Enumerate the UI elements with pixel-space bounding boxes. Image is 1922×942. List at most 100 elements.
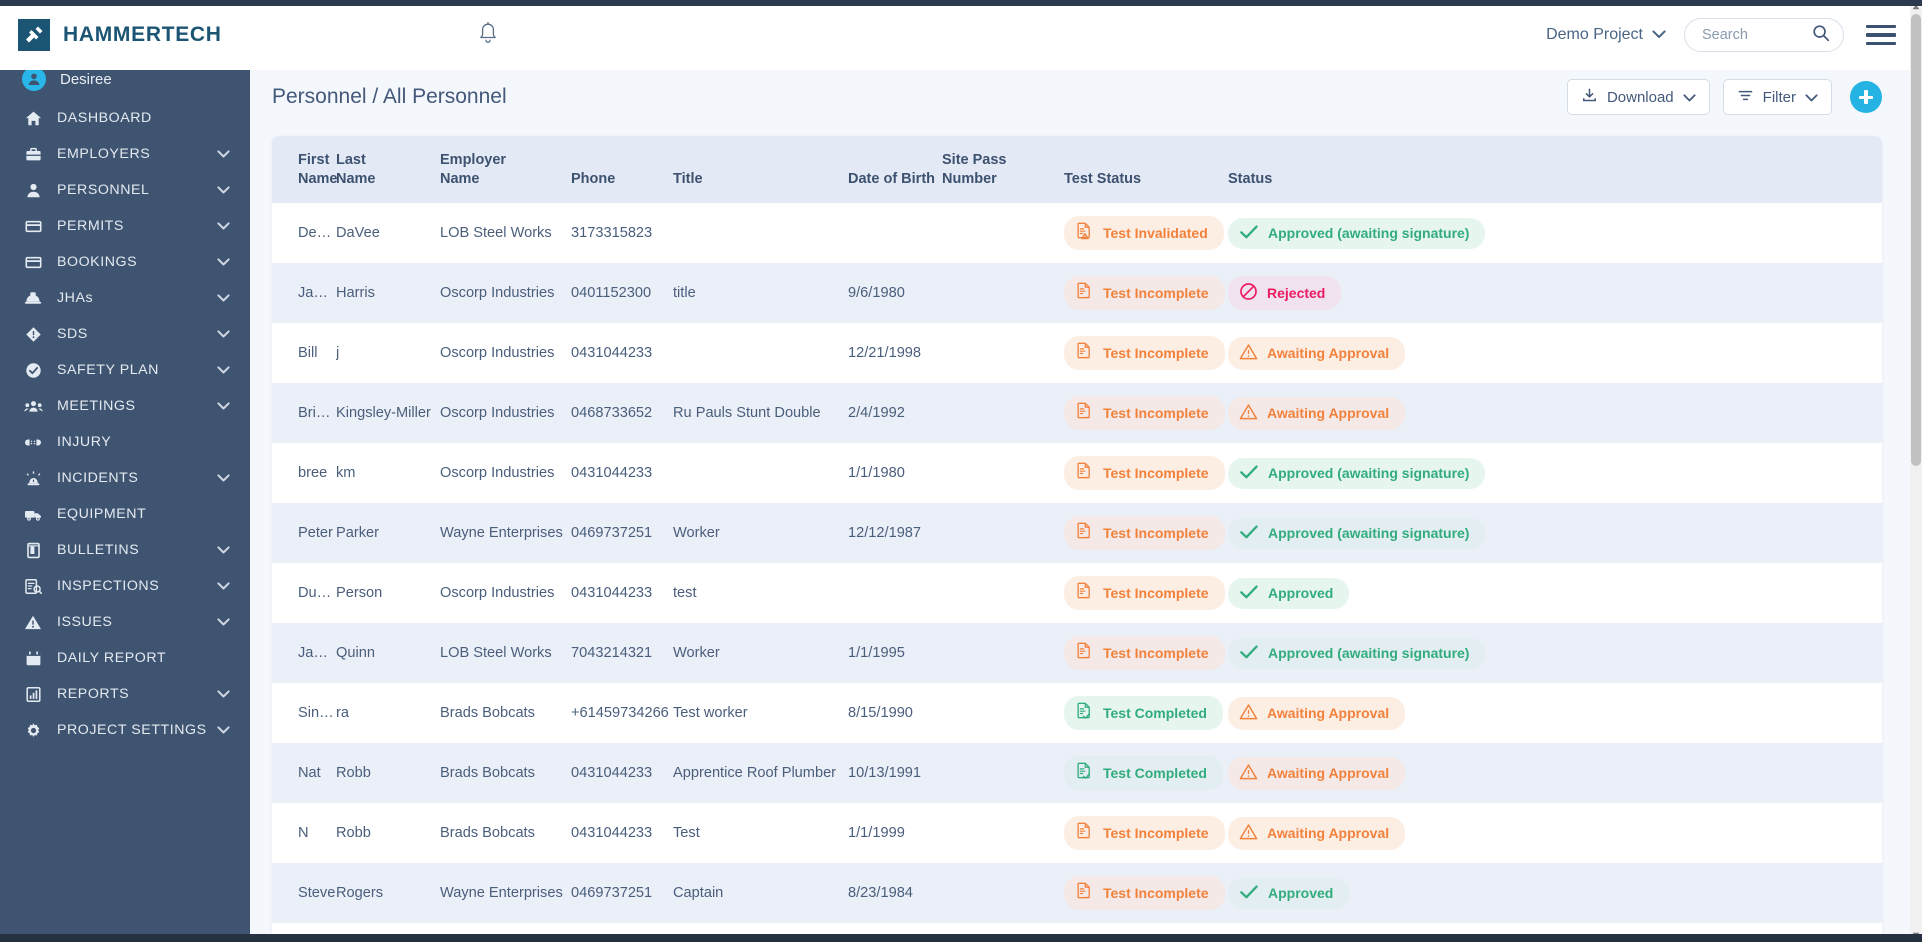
sidebar-item-equipment[interactable]: EQUIPMENT xyxy=(0,496,250,532)
test-status-badge[interactable]: Test Incomplete xyxy=(1064,516,1225,551)
table-row[interactable]: Peter Parker Wayne Enterprises 0469737251 Wo… xyxy=(272,503,1882,564)
table-row[interactable]: JamesQuinn LOB Steel Works 7043214321 Worke… xyxy=(272,623,1882,684)
brand-logo[interactable]: HAMMERTECH xyxy=(18,19,222,51)
test-status-badge[interactable]: Test Incomplete xyxy=(1064,336,1225,371)
column-header[interactable]: Title xyxy=(673,136,848,204)
sidebar-item-inspections[interactable]: INSPECTIONS xyxy=(0,568,250,604)
chevron-down-icon[interactable] xyxy=(217,578,230,594)
last-name-cell: j xyxy=(336,345,340,362)
sidebar-user-name: Desiree xyxy=(60,70,112,88)
table-row[interactable]: Bill j Oscorp Industries 0431044233 12/21/19… xyxy=(272,323,1882,384)
column-header[interactable]: Date of Birth xyxy=(848,136,942,204)
table-row[interactable]: bree km Oscorp Industries 0431044233 1/1/198… xyxy=(272,443,1882,504)
add-personnel-button[interactable] xyxy=(1850,81,1882,113)
chevron-down-icon[interactable] xyxy=(217,362,230,378)
avatar xyxy=(22,67,46,91)
page-scrollbar[interactable] xyxy=(1910,0,1922,942)
status-badge[interactable]: Approved xyxy=(1228,577,1350,609)
column-header[interactable]: Employer Name xyxy=(440,136,571,204)
test-status-cell: Test Incomplete xyxy=(1064,263,1228,323)
sidebar-item-bookings[interactable]: BOOKINGS xyxy=(0,244,250,280)
table-row[interactable]: DesireeDaVee LOB Steel Works 3173315823 Tes… xyxy=(272,203,1882,264)
chevron-down-icon[interactable] xyxy=(217,182,230,198)
chevron-down-icon[interactable] xyxy=(217,470,230,486)
sidebar-item-sds[interactable]: SDS xyxy=(0,316,250,352)
sidebar-item-injury[interactable]: INJURY xyxy=(0,424,250,460)
sidebar-item-dashboard[interactable]: DASHBOARD xyxy=(0,100,250,136)
test-status-badge[interactable]: Test Incomplete xyxy=(1064,636,1225,671)
sidebar-item-incidents[interactable]: INCIDENTS xyxy=(0,460,250,496)
chevron-down-icon[interactable] xyxy=(217,722,230,738)
project-selector[interactable]: Demo Project xyxy=(1546,26,1666,44)
status-badge[interactable]: Approved (awaiting signature) xyxy=(1228,457,1486,489)
bell-icon[interactable] xyxy=(477,21,499,50)
search-input[interactable] xyxy=(1702,27,1806,43)
test-status-label: Test Incomplete xyxy=(1103,645,1209,662)
sidebar-item-issues[interactable]: ISSUES xyxy=(0,604,250,640)
table-row[interactable]: N Robb Brads Bobcats 0431044233 Test 1/1/1999… xyxy=(272,803,1882,864)
status-badge[interactable]: Approved (awaiting signature) xyxy=(1228,517,1486,549)
sidebar-item-permits[interactable]: PERMITS xyxy=(0,208,250,244)
download-button[interactable]: Download xyxy=(1566,79,1710,115)
test-status-badge[interactable]: Test Invalidated xyxy=(1064,216,1224,251)
status-badge[interactable]: Awaiting Approval xyxy=(1228,756,1406,790)
status-cell: Awaiting Approval xyxy=(1228,803,1882,863)
sidebar-item-safety-plan[interactable]: SAFETY PLAN xyxy=(0,352,250,388)
column-header[interactable]: Phone xyxy=(571,136,673,204)
employer-name-cell: Oscorp Industries xyxy=(440,585,555,602)
sidebar-item-project-settings[interactable]: PROJECT SETTINGS xyxy=(0,712,250,748)
test-status-badge[interactable]: Test Incomplete xyxy=(1064,276,1225,311)
status-badge[interactable]: Rejected xyxy=(1228,276,1342,311)
test-status-badge[interactable]: Test Completed xyxy=(1064,696,1223,731)
column-header[interactable]: Last Name xyxy=(336,136,440,204)
employer-name-cell: Brads Bobcats xyxy=(440,705,535,722)
test-status-badge[interactable]: Test Incomplete xyxy=(1064,456,1225,491)
table-row[interactable]: Nat Robb Brads Bobcats 0431044233 Apprentice… xyxy=(272,743,1882,804)
title-cell: title xyxy=(673,285,696,302)
status-badge[interactable]: Approved (awaiting signature) xyxy=(1228,217,1486,249)
sidebar-item-daily-report[interactable]: DAILY REPORT xyxy=(0,640,250,676)
test-status-badge[interactable]: Test Incomplete xyxy=(1064,576,1225,611)
test-status-badge[interactable]: Test Incomplete xyxy=(1064,396,1225,431)
chevron-down-icon[interactable] xyxy=(217,542,230,558)
filter-button[interactable]: Filter xyxy=(1722,79,1832,115)
sidebar-item-meetings[interactable]: MEETINGS xyxy=(0,388,250,424)
chevron-down-icon[interactable] xyxy=(217,614,230,630)
status-badge[interactable]: Approved xyxy=(1228,877,1350,909)
sidebar-item-employers[interactable]: EMPLOYERS xyxy=(0,136,250,172)
first-name-cell: Peter xyxy=(298,525,333,542)
status-badge[interactable]: Awaiting Approval xyxy=(1228,336,1406,370)
search-icon[interactable] xyxy=(1812,24,1830,47)
status-badge[interactable]: Approved (awaiting signature) xyxy=(1228,637,1486,669)
table-row[interactable]: JamesHarris Oscorp Industries 0401152300 ti… xyxy=(272,263,1882,324)
table-row[interactable]: DummyPerson Oscorp Industries 0431044233 te… xyxy=(272,563,1882,624)
table-row[interactable]: Brietta Kingsley-Miller Oscorp Industries 0… xyxy=(272,383,1882,444)
scrollbar-thumb[interactable] xyxy=(1911,14,1921,466)
status-badge[interactable]: Awaiting Approval xyxy=(1228,696,1406,730)
column-header[interactable]: First Name xyxy=(272,136,338,204)
sidebar-item-bulletins[interactable]: BULLETINS xyxy=(0,532,250,568)
chevron-down-icon[interactable] xyxy=(217,254,230,270)
sidebar-item-reports[interactable]: REPORTS xyxy=(0,676,250,712)
test-status-badge[interactable]: Test Completed xyxy=(1064,756,1223,791)
sidebar-item-jhas[interactable]: JHAs xyxy=(0,280,250,316)
search-box[interactable] xyxy=(1684,18,1844,52)
status-badge[interactable]: Awaiting Approval xyxy=(1228,396,1406,430)
chevron-down-icon[interactable] xyxy=(217,326,230,342)
test-status-badge[interactable]: Test Incomplete xyxy=(1064,876,1225,911)
table-row[interactable]: Sindhura Brads Bobcats +61459734266Test wo… xyxy=(272,683,1882,744)
chevron-down-icon[interactable] xyxy=(217,218,230,234)
chevron-down-icon[interactable] xyxy=(217,686,230,702)
hamburger-menu-icon[interactable] xyxy=(1866,24,1896,46)
table-row[interactable]: Steve Rogers Wayne Enterprises 0469737251 Ca… xyxy=(272,863,1882,924)
chevron-down-icon[interactable] xyxy=(217,398,230,414)
status-badge[interactable]: Awaiting Approval xyxy=(1228,816,1406,850)
test-status-badge[interactable]: Test Incomplete xyxy=(1064,816,1225,851)
chevron-down-icon[interactable] xyxy=(217,146,230,162)
column-header[interactable]: Test Status xyxy=(1064,136,1228,204)
sidebar-item-personnel[interactable]: PERSONNEL xyxy=(0,172,250,208)
chevron-down-icon[interactable] xyxy=(217,290,230,306)
column-header[interactable]: Status xyxy=(1228,136,1882,204)
column-header[interactable]: Site Pass Number xyxy=(942,136,1064,204)
personnel-table: First Name Last Name Employer Name Phone Title D… xyxy=(272,136,1882,942)
